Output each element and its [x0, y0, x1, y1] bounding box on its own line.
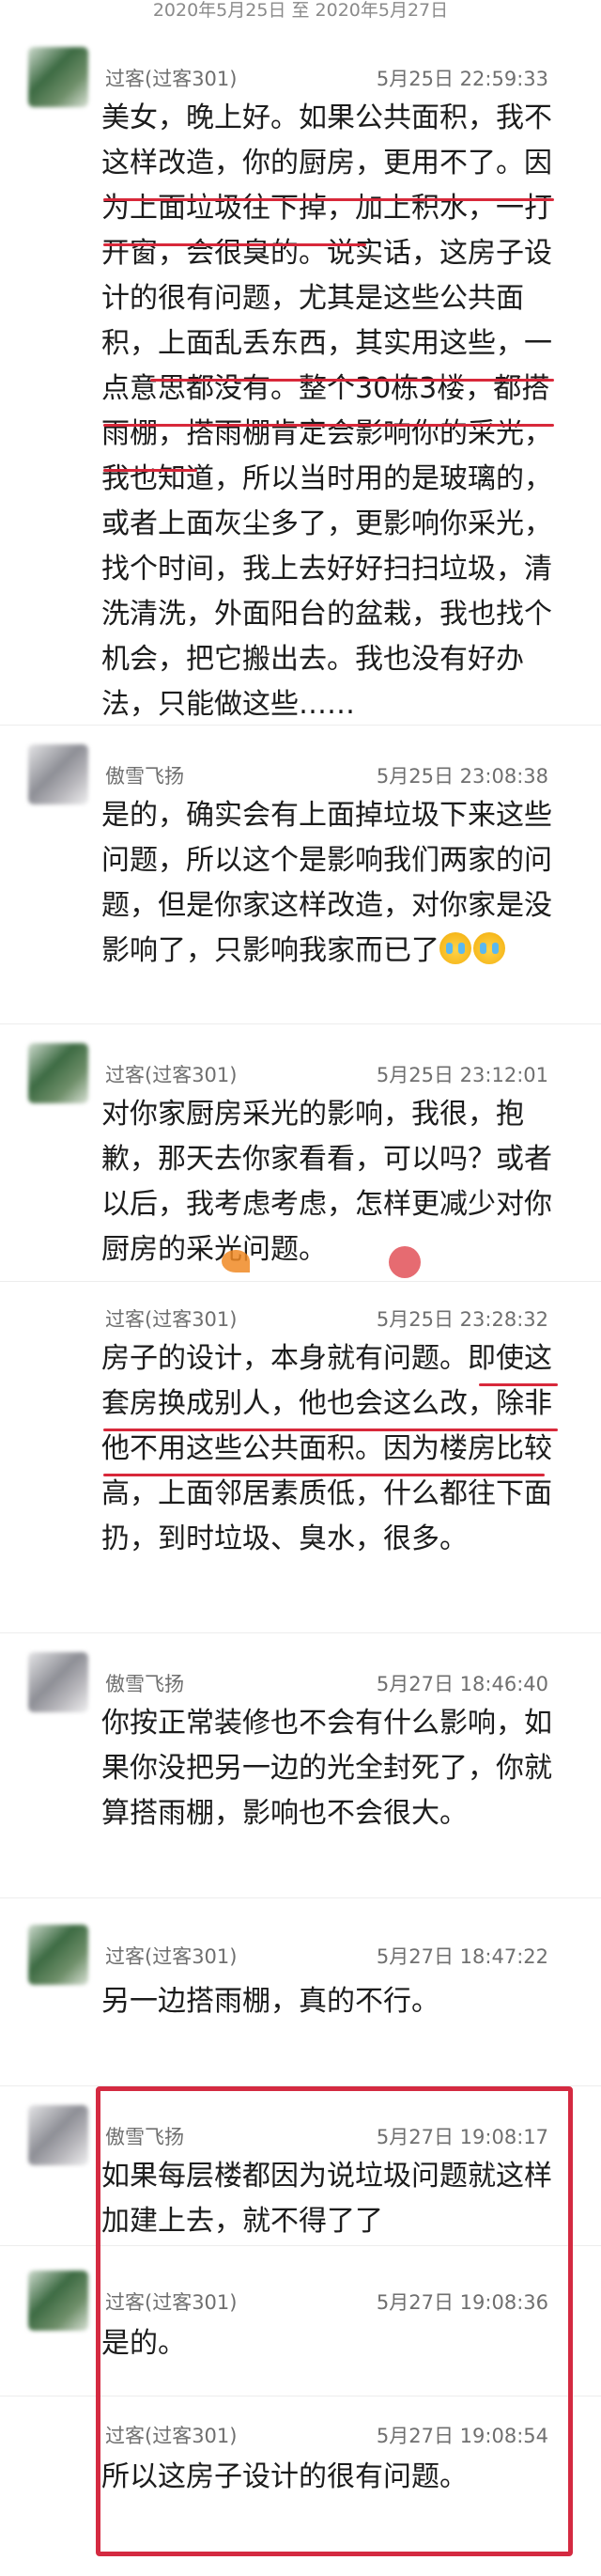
watermark	[235, 1241, 479, 1284]
sender-name: 过客(过客301)	[105, 1064, 238, 1086]
sender-name: 傲雪飞扬	[105, 765, 184, 788]
message-text: 美女，晚上好。如果公共面积，我不这样改造，你的厨房，更用不了。因为上面垃圾往下掉…	[101, 101, 552, 721]
red-underline-annotation	[103, 198, 554, 201]
chat-message: 过客(过客301) 5月27日 18:47:22 另一边搭雨棚，真的不行。	[0, 1898, 601, 2086]
red-highlight-box-annotation	[96, 2086, 573, 2556]
sender-name: 傲雪飞扬	[105, 1673, 184, 1695]
red-underline-annotation	[103, 469, 197, 472]
red-underline-annotation	[103, 424, 554, 427]
date-range-header: 2020年5月25日 至 2020年5月27日	[152, 0, 449, 21]
red-underline-annotation	[103, 1429, 558, 1431]
avatar	[28, 1925, 88, 1985]
avatar	[28, 744, 88, 804]
crying-emoji-icon	[439, 932, 471, 964]
message-timestamp: 5月25日 23:08:38	[376, 765, 548, 788]
message-text: 是的，确实会有上面掉垃圾下来这些问题，所以这个是影响我们两家的问题，但是你家这样…	[101, 793, 558, 974]
red-underline-annotation	[103, 243, 366, 246]
avatar	[28, 1652, 88, 1712]
sender-name: 过客(过客301)	[105, 68, 238, 90]
chat-message: 过客(过客301) 5月25日 22:59:33 美女，晚上好。如果公共面积，我…	[0, 28, 601, 726]
message-timestamp: 5月25日 23:28:32	[376, 1308, 548, 1331]
avatar	[28, 2271, 88, 2331]
message-timestamp: 5月25日 22:59:33	[376, 68, 548, 90]
chat-message: 傲雪飞扬 5月27日 18:46:40 你按正常装修也不会有什么影响，如果你没把…	[0, 1633, 601, 1898]
message-text: 房子的设计，本身就有问题。即使这套房换成别人，他也会这么改，除非他不用这些公共面…	[101, 1342, 552, 1555]
avatar	[28, 2105, 88, 2165]
chat-message: 过客(过客301) 5月25日 23:28:32 房子的设计，本身就有问题。即使…	[0, 1282, 601, 1633]
chat-message: 傲雪飞扬 5月25日 23:08:38 是的，确实会有上面掉垃圾下来这些问题，所…	[0, 726, 601, 1024]
red-underline-annotation	[479, 1383, 558, 1386]
crying-emoji-icon	[473, 932, 505, 964]
sender-name: 过客(过客301)	[105, 1308, 238, 1331]
avatar	[28, 1043, 88, 1103]
red-underline-annotation	[150, 379, 554, 382]
avatar	[28, 47, 88, 107]
red-underline-annotation	[103, 1474, 545, 1476]
sender-name: 过客(过客301)	[105, 1945, 238, 1968]
message-text: 你按正常装修也不会有什么影响，如果你没把另一边的光全封死了，你就算搭雨棚，影响也…	[101, 1707, 552, 1830]
message-timestamp: 5月27日 18:46:40	[376, 1673, 548, 1695]
message-timestamp: 5月25日 23:12:01	[376, 1064, 548, 1086]
message-text: 另一边搭雨棚，真的不行。	[101, 1985, 439, 2018]
eye-icon	[389, 1246, 421, 1278]
message-timestamp: 5月27日 18:47:22	[376, 1945, 548, 1968]
